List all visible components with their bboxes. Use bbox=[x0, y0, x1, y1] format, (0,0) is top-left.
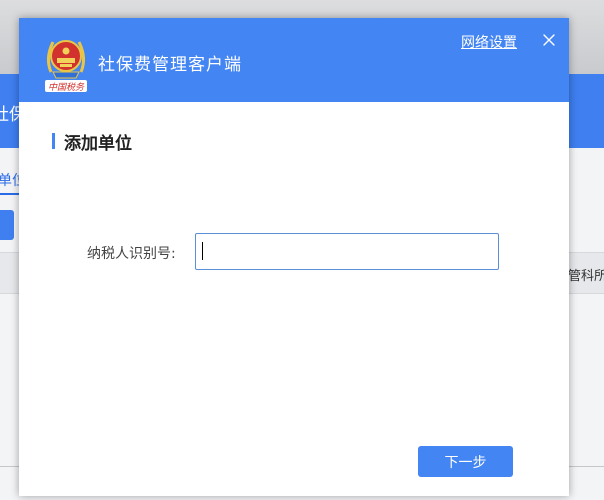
section-heading: 添加单位 bbox=[52, 130, 132, 154]
section-title: 添加单位 bbox=[64, 133, 132, 154]
taxpayer-id-label: 纳税人识别号: bbox=[87, 246, 176, 262]
close-icon bbox=[543, 34, 555, 46]
section-accent-bar bbox=[52, 133, 55, 149]
background-button bbox=[0, 210, 14, 240]
background-column-header: 管科所 bbox=[568, 269, 604, 284]
tax-emblem-logo: 中国税务 bbox=[45, 40, 87, 93]
close-button[interactable] bbox=[537, 28, 561, 52]
text-caret bbox=[202, 242, 203, 260]
network-settings-link[interactable]: 网络设置 bbox=[461, 32, 517, 52]
add-unit-dialog: 中国税务 社保费管理客户端 网络设置 添加单位 纳税人识别号: 下一步 bbox=[19, 18, 569, 496]
dialog-header: 中国税务 社保费管理客户端 网络设置 bbox=[19, 18, 569, 102]
taxpayer-id-input[interactable] bbox=[195, 233, 499, 270]
logo-text: 中国税务 bbox=[48, 82, 85, 93]
app-title: 社保费管理客户端 bbox=[98, 55, 242, 75]
next-step-button[interactable]: 下一步 bbox=[418, 446, 513, 477]
